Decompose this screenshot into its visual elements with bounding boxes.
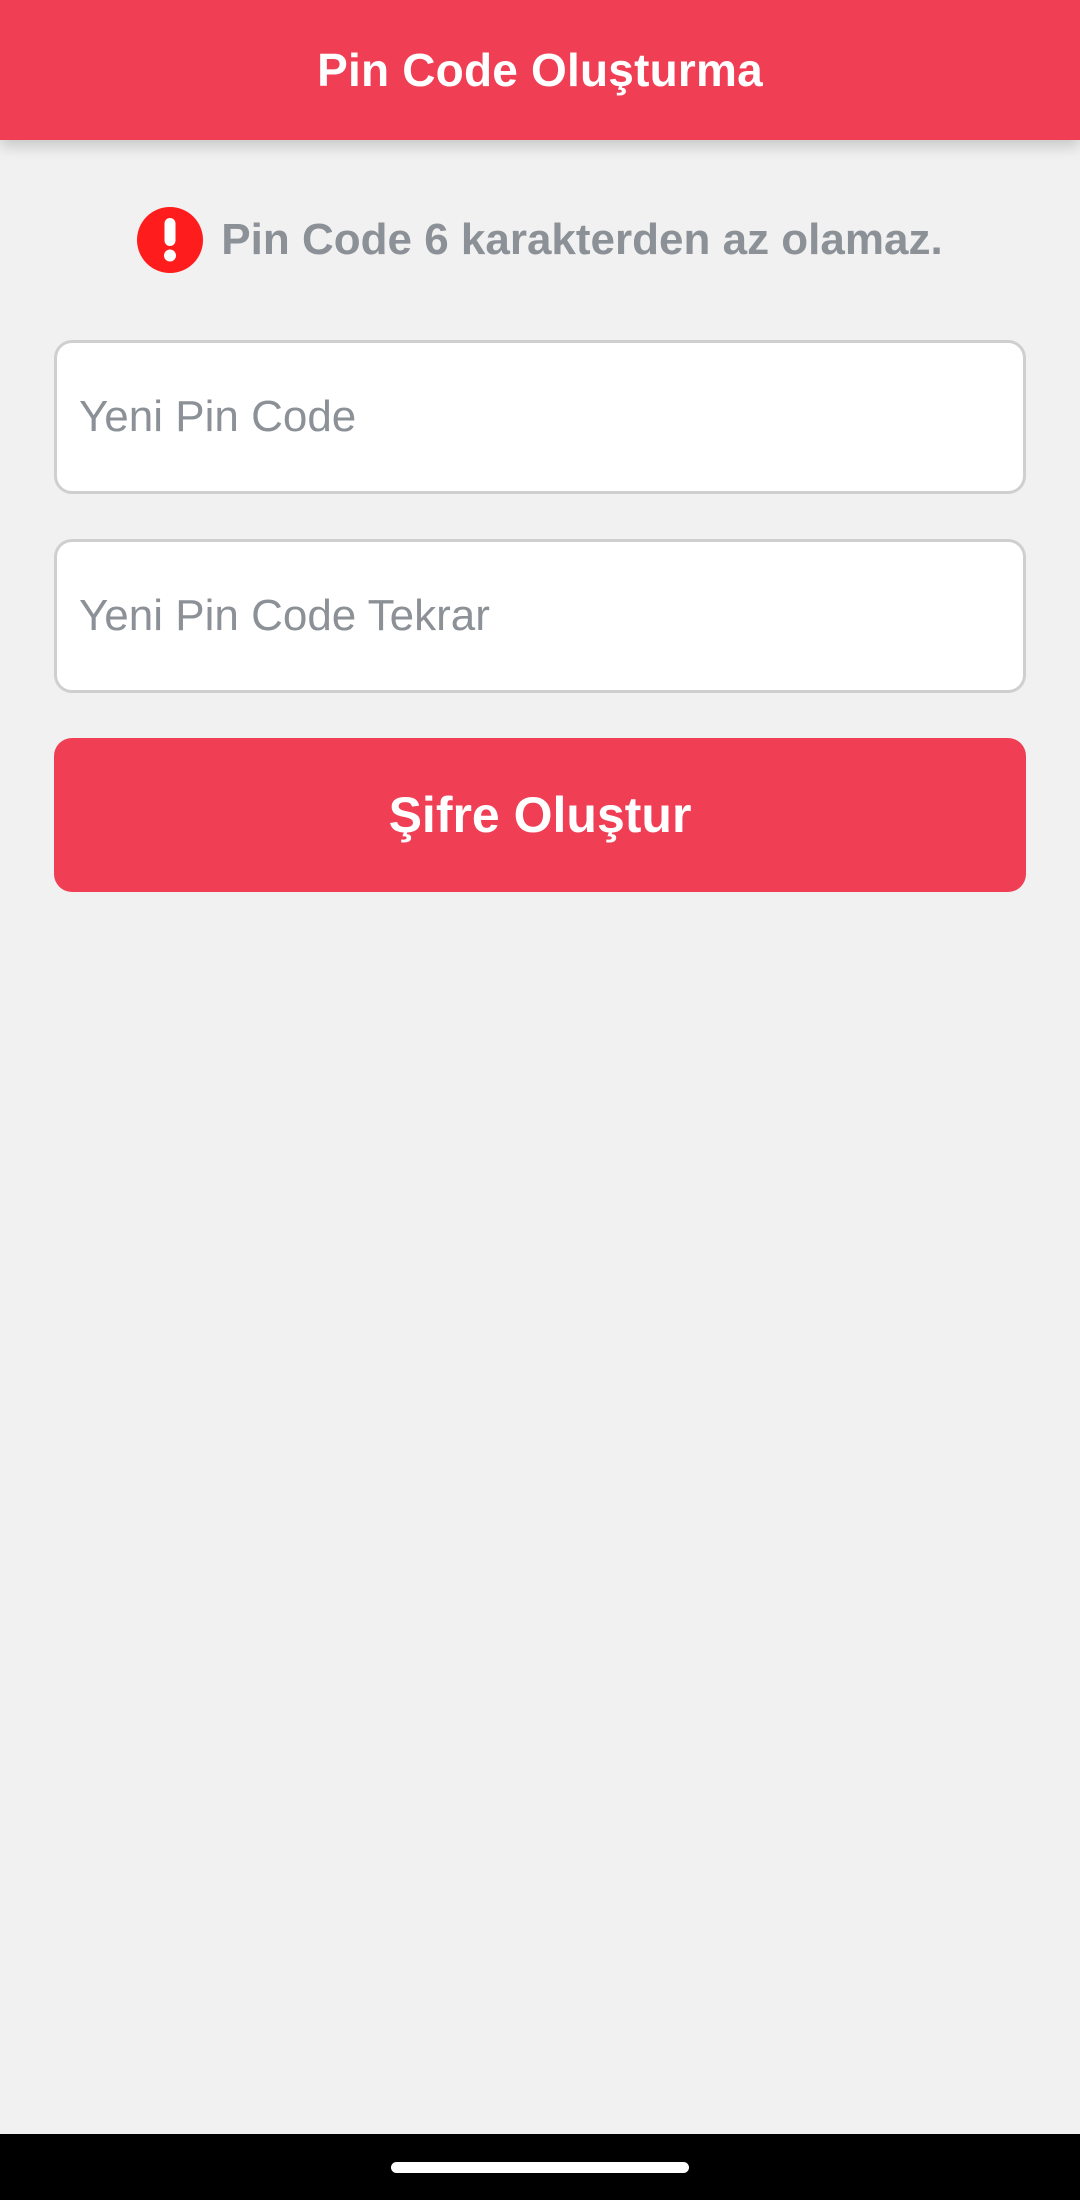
new-pin-input[interactable] [79, 343, 1023, 491]
home-indicator[interactable] [391, 2162, 689, 2173]
validation-message: Pin Code 6 karakterden az olamaz. [221, 215, 943, 264]
validation-notice: Pin Code 6 karakterden az olamaz. [0, 204, 1080, 276]
create-password-button-label: Şifre Oluştur [388, 787, 692, 843]
create-password-button[interactable]: Şifre Oluştur [54, 738, 1026, 892]
new-pin-repeat-field[interactable] [54, 539, 1026, 693]
exclamation-circle-icon [137, 207, 204, 273]
new-pin-field[interactable] [54, 340, 1026, 494]
page-title: Pin Code Oluşturma [317, 44, 763, 96]
system-navigation-bar [0, 2134, 1080, 2200]
new-pin-repeat-input[interactable] [79, 542, 1023, 690]
app-bar: Pin Code Oluşturma [0, 0, 1080, 140]
